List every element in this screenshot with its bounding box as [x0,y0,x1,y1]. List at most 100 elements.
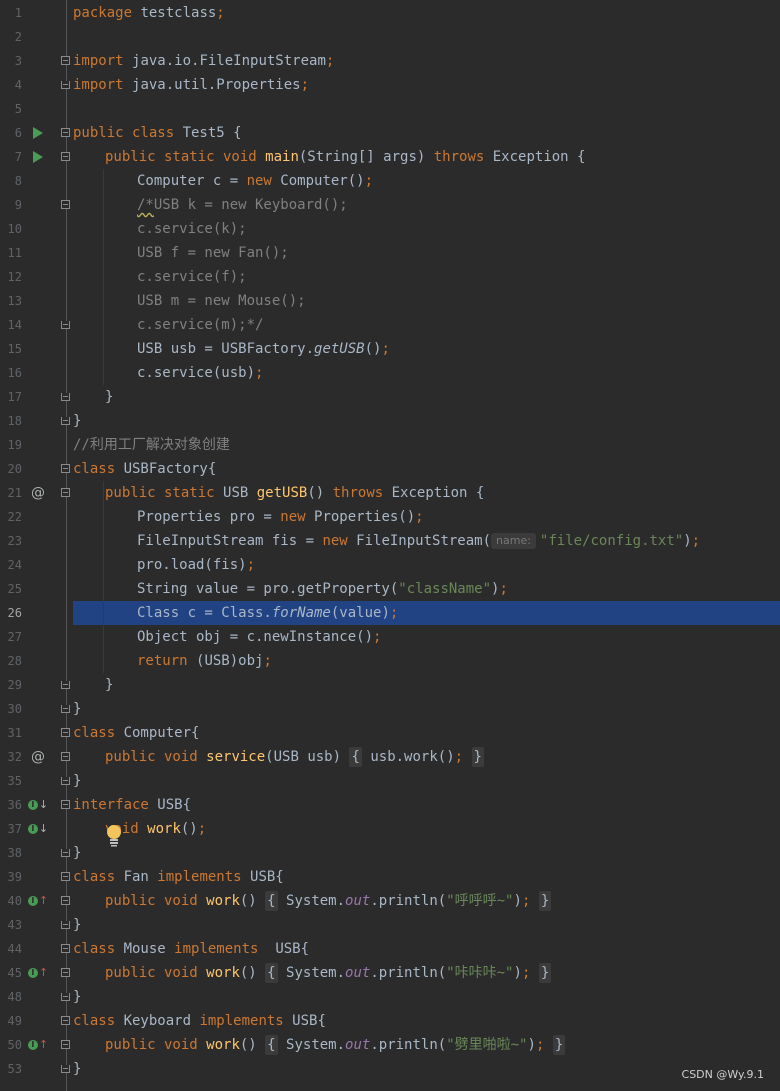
fold-marker-icon[interactable] [61,777,70,785]
code-line[interactable]: 9 /*USB k = new Keyboard(); [0,193,780,217]
fold-marker-icon[interactable] [61,800,70,809]
code-line[interactable]: 45 I ↑ public void work() { System.out.prin… [0,961,780,985]
code-line[interactable]: 27 Object obj = c.newInstance(); [0,625,780,649]
fold-marker-icon[interactable] [61,1065,70,1073]
code-line[interactable]: 35} [0,769,780,793]
line-number: 39 [7,870,22,884]
code-line[interactable]: 36 I ↓ interface USB{ [0,793,780,817]
code-line[interactable]: 23 FileInputStream fis = new FileInputStr… [0,529,780,553]
fold-marker-icon[interactable] [61,417,70,425]
code-line[interactable]: 13 USB m = new Mouse(); [0,289,780,313]
line-number: 3 [14,54,22,68]
code-line[interactable]: 3 import java.io.FileInputStream; [0,49,780,73]
code-line[interactable]: 2 [0,25,780,49]
code-text: class USBFactory{ [73,457,216,481]
run-gutter-icon[interactable] [30,145,46,169]
run-gutter-icon[interactable] [30,121,46,145]
code-line[interactable]: 44 class Mouse implements USB{ [0,937,780,961]
line-number: 2 [14,30,22,44]
code-line[interactable]: 26 Class c = Class.forName(value); [0,601,780,625]
line-number: 11 [7,246,22,260]
code-token: class [73,461,124,477]
line-number: 10 [7,222,22,236]
code-line[interactable]: 30} [0,697,780,721]
fold-marker-icon[interactable] [61,944,70,953]
fold-marker-icon[interactable] [61,56,70,65]
fold-marker-icon[interactable] [61,896,70,905]
code-text: public void service(USB usb) { usb.work(… [105,745,484,769]
code-token: } [538,963,552,983]
code-line[interactable]: 7 public static void main(String[] args) … [0,145,780,169]
code-line[interactable]: 12 c.service(f); [0,265,780,289]
code-line[interactable]: 43} [0,913,780,937]
fold-marker-icon[interactable] [61,321,70,329]
code-line[interactable]: 31 class Computer{ [0,721,780,745]
code-editor[interactable]: 1 package testclass; 2 3 import java.io.File… [0,0,780,1091]
implemented-down-icon[interactable]: I ↓ [27,793,48,817]
implements-up-icon[interactable]: I ↑ [27,961,48,985]
code-line[interactable]: 17} [0,385,780,409]
code-text: c.service(m);*/ [137,313,263,337]
fold-marker-icon[interactable] [61,200,70,209]
fold-marker-icon[interactable] [61,81,70,89]
code-line[interactable]: 32 @ public void service(USB usb) { usb.wo… [0,745,780,769]
code-line[interactable]: 48} [0,985,780,1009]
fold-marker-icon[interactable] [61,705,70,713]
fold-marker-icon[interactable] [61,1016,70,1025]
code-line[interactable]: 40 I ↑ public void work() { System.out.prin… [0,889,780,913]
fold-marker-icon[interactable] [61,464,70,473]
code-line[interactable]: 4 import java.util.Properties; [0,73,780,97]
fold-marker-icon[interactable] [61,152,70,161]
code-line[interactable]: 5 [0,97,780,121]
fold-marker-icon[interactable] [61,921,70,929]
code-line[interactable]: 10 c.service(k); [0,217,780,241]
implements-up-icon[interactable]: I ↑ [27,889,48,913]
fold-marker-icon[interactable] [61,728,70,737]
code-line[interactable]: 16 c.service(usb); [0,361,780,385]
code-line[interactable]: 53} [0,1057,780,1081]
code-line[interactable]: 24 pro.load(fis); [0,553,780,577]
code-line[interactable]: 15 USB usb = USBFactory.getUSB(); [0,337,780,361]
implemented-down-icon[interactable]: I ↓ [27,817,48,841]
override-at-icon[interactable]: @ [30,481,46,505]
code-line[interactable]: 11 USB f = new Fan(); [0,241,780,265]
fold-marker-icon[interactable] [61,752,70,761]
code-token: } [105,389,114,405]
code-text: pro.load(fis); [137,553,255,577]
code-line[interactable]: 21 @ public static USB getUSB() throws Exc… [0,481,780,505]
code-token: ; [364,173,374,189]
code-line[interactable]: 8 Computer c = new Computer(); [0,169,780,193]
fold-marker-icon[interactable] [61,993,70,1001]
code-line[interactable]: 14 c.service(m);*/ [0,313,780,337]
fold-marker-icon[interactable] [61,393,70,401]
code-line[interactable]: 49 class Keyboard implements USB{ [0,1009,780,1033]
code-text: import java.io.FileInputStream; [73,49,334,73]
code-line[interactable]: 39 class Fan implements USB{ [0,865,780,889]
code-line[interactable]: 22 Properties pro = new Properties(); [0,505,780,529]
fold-marker-icon[interactable] [61,849,70,857]
code-line[interactable]: 28 return (USB)obj; [0,649,780,673]
code-line[interactable]: 1 package testclass; [0,1,780,25]
code-line[interactable]: 50 I ↑ public void work() { System.out.prin… [0,1033,780,1057]
code-token: () [239,965,266,981]
code-line[interactable]: 25 String value = pro.getProperty("classN… [0,577,780,601]
code-line[interactable]: 6 public class Test5 { [0,121,780,145]
code-line[interactable]: 18} [0,409,780,433]
code-line[interactable]: 20 class USBFactory{ [0,457,780,481]
fold-marker-icon[interactable] [61,128,70,137]
fold-marker-icon[interactable] [61,681,70,689]
override-at-icon[interactable]: @ [30,745,46,769]
code-token: Class c = Class. [137,605,272,621]
fold-marker-icon[interactable] [61,968,70,977]
fold-marker-icon[interactable] [61,488,70,497]
implements-up-icon[interactable]: I ↑ [27,1033,48,1057]
code-token: () [307,485,333,501]
fold-marker-icon[interactable] [61,872,70,881]
code-line[interactable]: 19 //利用工厂解决对象创建 [0,433,780,457]
code-token: out [345,965,371,981]
code-token: ; [373,629,382,645]
lightbulb-icon[interactable] [106,825,122,847]
code-token: ; [246,557,256,573]
code-line[interactable]: 29} [0,673,780,697]
fold-marker-icon[interactable] [61,1040,70,1049]
